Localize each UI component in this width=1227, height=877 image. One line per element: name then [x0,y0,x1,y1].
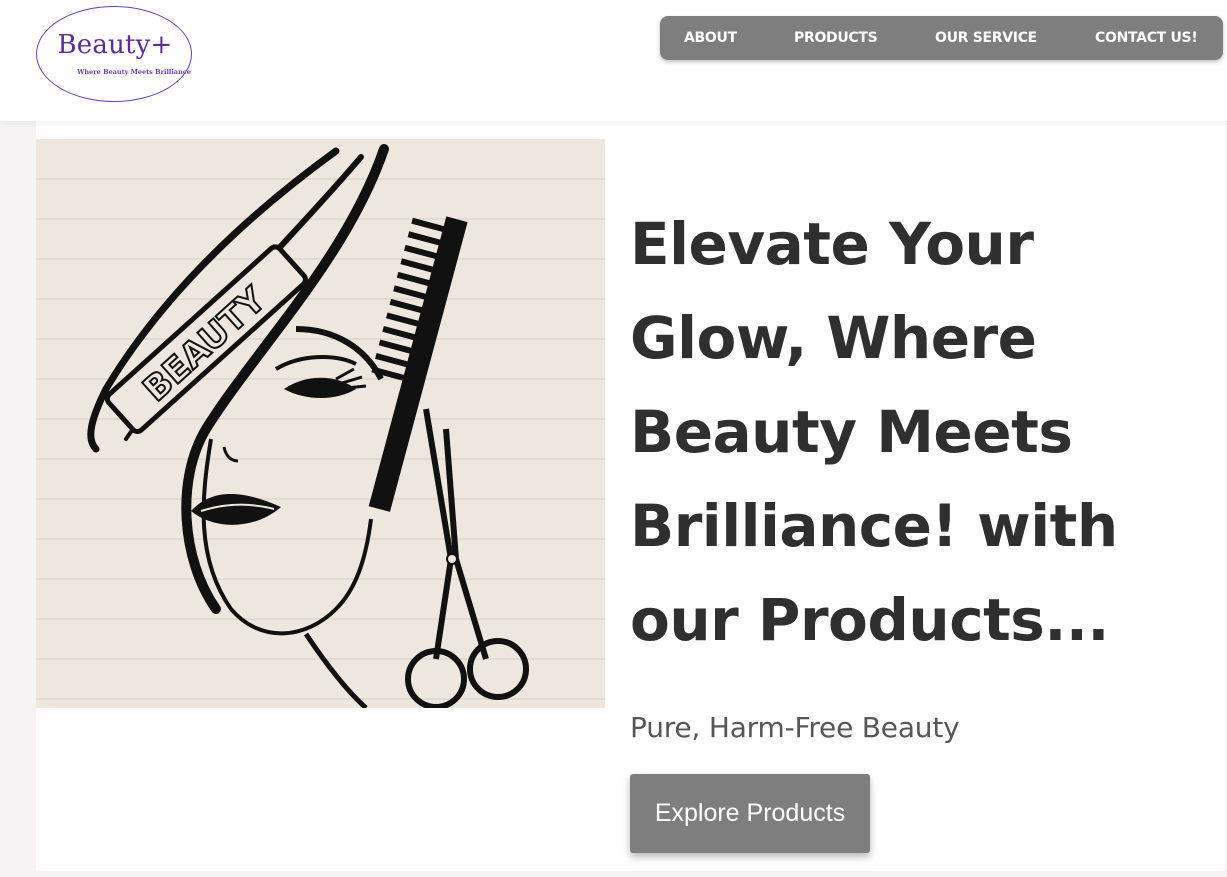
brand-tagline: Where Beauty Meets Brilliance [77,68,191,76]
hero-title: Elevate Your Glow, Where Beauty Meets Br… [630,197,1220,667]
nav-our-service[interactable]: OUR SERVICE [935,16,1037,60]
hero-title-line: Beauty Meets [630,398,1073,466]
nav-products[interactable]: PRODUCTS [794,16,878,60]
explore-products-button[interactable]: Explore Products [630,774,870,853]
hero-title-line: Elevate Your [630,210,1034,278]
hero-title-line: Glow, Where [630,304,1037,372]
hero-title-line: our Products... [630,586,1109,654]
nav-about[interactable]: ABOUT [684,16,737,60]
brand-logo[interactable]: Beauty+ Where Beauty Meets Brilliance [36,6,194,104]
beauty-salon-illustration-icon: BEAUTY [36,144,605,708]
nav-contact-us[interactable]: CONTACT US! [1095,16,1198,60]
hero-subtitle: Pure, Harm-Free Beauty [630,711,960,744]
brand-name: Beauty+ [57,30,173,60]
main-nav: ABOUT PRODUCTS OUR SERVICE CONTACT US! [660,16,1223,60]
site-header: Beauty+ Where Beauty Meets Brilliance AB… [0,0,1227,121]
hero-title-line: Brilliance! with [630,492,1118,560]
hero-section: BEAUTY Elevate Your Glow, Where Beauty M… [36,121,1225,871]
hero-image: BEAUTY [36,139,605,708]
